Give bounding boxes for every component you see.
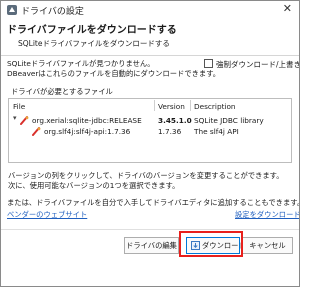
page-description: SQLiteドライバファイルをダウンロードする — [18, 39, 170, 48]
close-icon[interactable]: ✕ — [283, 2, 292, 15]
file-description: SQLite JDBC library — [194, 116, 264, 125]
dialog-header: ドライバファイルをダウンロードする SQLiteドライバファイルをダウンロードす… — [1, 19, 299, 56]
file-version[interactable]: 3.45.1.0 — [158, 116, 192, 125]
file-name: org.xerial:sqlite-jdbc:RELEASE — [32, 116, 142, 125]
file-version[interactable]: 1.7.36 — [158, 127, 181, 136]
page-title: ドライバファイルをダウンロードする — [7, 25, 177, 36]
auto-download-message: DBeaverはこれらのファイルを自動的にダウンロードできます。 — [7, 69, 221, 78]
force-download-checkbox[interactable]: 強制ダウンロード/上書き — [204, 59, 300, 70]
file-name: org.slf4j:slf4j-api:1.7.36 — [44, 127, 131, 136]
version-select-hint: 次に、使用可能なバージョンの1つを選択できます。 — [8, 181, 180, 190]
window-title: ドライバの設定 — [21, 7, 84, 17]
column-header-description[interactable]: Description — [194, 102, 236, 111]
chevron-down-icon[interactable]: ▾ — [13, 114, 17, 122]
column-header-version[interactable]: Version — [158, 102, 185, 111]
driver-settings-dialog: ドライバの設定 ✕ ドライバファイルをダウンロードする SQLiteドライバファ… — [0, 0, 300, 287]
force-download-label: 強制ダウンロード/上書き — [216, 60, 300, 69]
highlight-box — [179, 231, 243, 257]
driver-files-table: File Version Description ▾ org.xerial:sq… — [8, 98, 292, 163]
files-group-label: ドライバが必要とするファイル — [11, 87, 113, 96]
jar-icon — [32, 127, 41, 136]
version-hint: バージョンの列をクリックして、ドライバのバージョンを変更することができます。 — [8, 171, 284, 180]
footer-divider — [1, 229, 299, 230]
download-settings-link[interactable]: 設定をダウンロード — [235, 210, 299, 220]
missing-files-message: SQLiteドライバファイルが見つかりません。 — [7, 59, 155, 68]
edit-driver-button[interactable]: ドライバの編集 — [124, 237, 179, 254]
column-divider — [190, 100, 191, 111]
checkbox-box[interactable] — [204, 59, 213, 68]
jar-icon — [20, 116, 29, 125]
dbeaver-app-icon — [7, 5, 17, 15]
column-header-file[interactable]: File — [13, 102, 25, 111]
manual-add-hint: または、ドライバファイルを自分で入手してドライバエディタに追加することもできます… — [7, 198, 300, 207]
file-description: The slf4j API — [194, 127, 239, 136]
cancel-button[interactable]: キャンセル — [242, 237, 293, 254]
column-divider — [154, 100, 155, 111]
title-bar: ドライバの設定 ✕ — [1, 1, 299, 19]
vendor-website-link[interactable]: ベンダーのウェブサイト — [7, 210, 87, 220]
